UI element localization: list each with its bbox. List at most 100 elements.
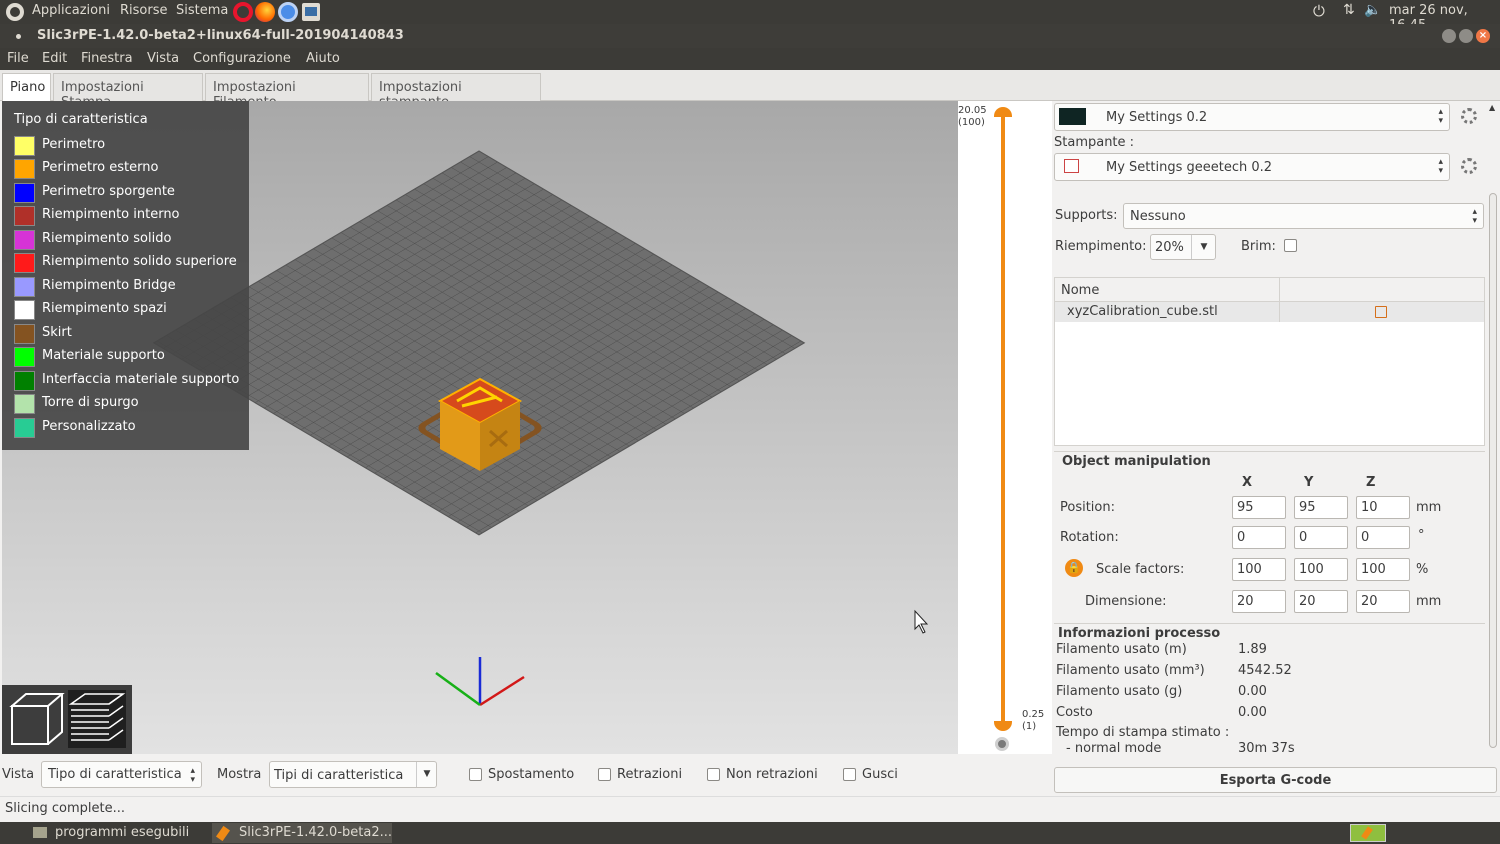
scale-label: Scale factors: (1096, 562, 1185, 577)
minimize-icon[interactable] (1442, 29, 1456, 43)
menu-vista[interactable]: Vista (147, 51, 179, 66)
rotation-x-input[interactable]: 0 (1232, 526, 1286, 549)
legend-swatch (14, 347, 35, 367)
object-settings-icon[interactable] (1375, 306, 1387, 318)
slider-settings-icon[interactable] (995, 737, 1009, 751)
view-toolbar (2, 685, 132, 754)
ubuntu-logo-icon[interactable] (6, 3, 24, 21)
chevron-down-icon[interactable]: ▼ (1191, 235, 1216, 259)
tab-impostazioni-filamento[interactable]: Impostazioni Filamento (205, 73, 369, 110)
axis-y-label: Y (1304, 475, 1314, 490)
firefox-icon[interactable] (255, 2, 275, 22)
filament-settings-gear-icon[interactable] (1461, 108, 1477, 124)
maximize-icon[interactable] (1459, 29, 1473, 43)
printer-preset-combo[interactable]: My Settings geeetech 0.2 ▴ ▾ (1054, 153, 1450, 181)
checkbox-non-retrazioni[interactable] (707, 768, 720, 781)
scroll-thumb[interactable] (1489, 193, 1497, 748)
size-x-input[interactable]: 20 (1232, 590, 1286, 613)
checkbox-retrazioni[interactable] (598, 768, 611, 781)
menu-finestra[interactable]: Finestra (81, 51, 133, 66)
lock-icon[interactable]: 🔒 (1065, 559, 1083, 577)
position-y-input[interactable]: 95 (1294, 496, 1348, 519)
brim-checkbox[interactable] (1284, 239, 1297, 252)
scale-x-input[interactable]: 100 (1232, 558, 1286, 581)
column-header-nome[interactable]: Nome (1061, 283, 1099, 298)
column-divider (1279, 302, 1280, 322)
object-row[interactable]: xyzCalibration_cube.stl (1055, 302, 1484, 322)
supports-value: Nessuno (1130, 209, 1186, 224)
close-icon[interactable]: × (1476, 29, 1490, 43)
label-non-retrazioni: Non retrazioni (726, 767, 818, 782)
power-icon[interactable]: ⏻ (1313, 2, 1325, 20)
3d-view-icon[interactable] (8, 690, 66, 748)
menu-aiuto[interactable]: Aiuto (306, 51, 340, 66)
legend-label: Perimetro esterno (42, 160, 159, 175)
workspace-switcher-icon[interactable] (1350, 824, 1386, 842)
supports-combo[interactable]: Nessuno ▴ ▾ (1123, 203, 1484, 229)
infill-combo[interactable]: 20% ▼ (1150, 234, 1216, 260)
network-icon[interactable]: ⇅ (1343, 2, 1355, 18)
infill-label: Riempimento: (1055, 239, 1147, 254)
sidebar-scrollbar[interactable]: ▲ (1488, 101, 1498, 749)
position-z-input[interactable]: 10 (1356, 496, 1410, 519)
opera-icon[interactable] (233, 2, 253, 22)
chevron-updown-icon: ▴ ▾ (190, 766, 195, 785)
layer-slider-track[interactable] (1001, 113, 1005, 725)
legend-swatch (14, 394, 35, 414)
screenshot-icon[interactable] (302, 3, 320, 21)
checkbox-spostamento[interactable] (469, 768, 482, 781)
rotation-y-input[interactable]: 0 (1294, 526, 1348, 549)
menu-configurazione[interactable]: Configurazione (193, 51, 291, 66)
menu-applicazioni[interactable]: Applicazioni (32, 3, 110, 18)
menu-file[interactable]: File (7, 51, 29, 66)
taskbar-item-slicer[interactable]: Slic3rPE-1.42.0-beta2... (212, 823, 392, 843)
normal-mode-value: 30m 37s (1238, 741, 1295, 756)
rotation-z-input[interactable]: 0 (1356, 526, 1410, 549)
view-type-combo[interactable]: Tipo di caratteristica ▴ ▾ (41, 761, 202, 788)
chevron-down-icon[interactable]: ▼ (416, 762, 437, 787)
scale-z-input[interactable]: 100 (1356, 558, 1410, 581)
menu-sistema[interactable]: Sistema (176, 3, 228, 18)
label-retrazioni: Retrazioni (617, 767, 683, 782)
label-spostamento: Spostamento (488, 767, 575, 782)
size-y-input[interactable]: 20 (1294, 590, 1348, 613)
export-gcode-button[interactable]: Esporta G-code (1054, 767, 1497, 793)
scroll-up-arrow-icon[interactable]: ▲ (1489, 103, 1495, 112)
legend-swatch (14, 418, 35, 438)
slider-top-handle[interactable] (994, 107, 1012, 117)
infill-value: 20% (1155, 240, 1184, 255)
menu-risorse[interactable]: Risorse (120, 3, 168, 18)
position-x-input[interactable]: 95 (1232, 496, 1286, 519)
legend-label: Materiale supporto (42, 348, 165, 363)
chromium-icon[interactable] (278, 2, 298, 22)
legend-title: Tipo di caratteristica (14, 112, 148, 127)
printer-preset-value: My Settings geeetech 0.2 (1106, 160, 1273, 175)
size-z-input[interactable]: 20 (1356, 590, 1410, 613)
slider-bottom-layer: (1) (1022, 721, 1037, 732)
chevron-updown-icon: ▴ ▾ (1472, 207, 1477, 226)
legend-swatch (14, 159, 35, 179)
volume-icon[interactable]: 🔈 (1364, 2, 1381, 18)
chevron-updown-icon: ▴ ▾ (1438, 157, 1443, 176)
legend-label: Riempimento Bridge (42, 278, 176, 293)
show-features-value: Tipi di caratteristica (274, 768, 404, 783)
filament-preset-combo[interactable]: My Settings 0.2 ▴ ▾ (1054, 103, 1450, 131)
printer-settings-gear-icon[interactable] (1461, 158, 1477, 174)
taskbar-item-files[interactable]: programmi esegubili (28, 823, 208, 843)
checkbox-gusci[interactable] (843, 768, 856, 781)
tab-impostazioni-stampante[interactable]: Impostazioni stampante (371, 73, 541, 110)
printer-label: Stampante : (1054, 135, 1135, 150)
label-gusci: Gusci (862, 767, 898, 782)
show-features-combo[interactable]: Tipi di caratteristica ▼ (269, 761, 437, 788)
slider-bottom-handle[interactable] (994, 721, 1012, 731)
object-list-header: Nome (1055, 278, 1484, 302)
size-label: Dimensione: (1085, 594, 1167, 609)
scale-y-input[interactable]: 100 (1294, 558, 1348, 581)
tab-piano[interactable]: Piano (2, 73, 51, 102)
print-time-label: Tempo di stampa stimato : (1056, 725, 1230, 740)
mouse-pointer-icon (914, 609, 929, 634)
tab-impostazioni-stampa[interactable]: Impostazioni Stampa (53, 73, 203, 110)
menu-edit[interactable]: Edit (42, 51, 67, 66)
layers-view-icon[interactable] (68, 690, 126, 748)
layer-slider-panel: 20.05 (100) 0.25 (1) (958, 101, 1052, 754)
